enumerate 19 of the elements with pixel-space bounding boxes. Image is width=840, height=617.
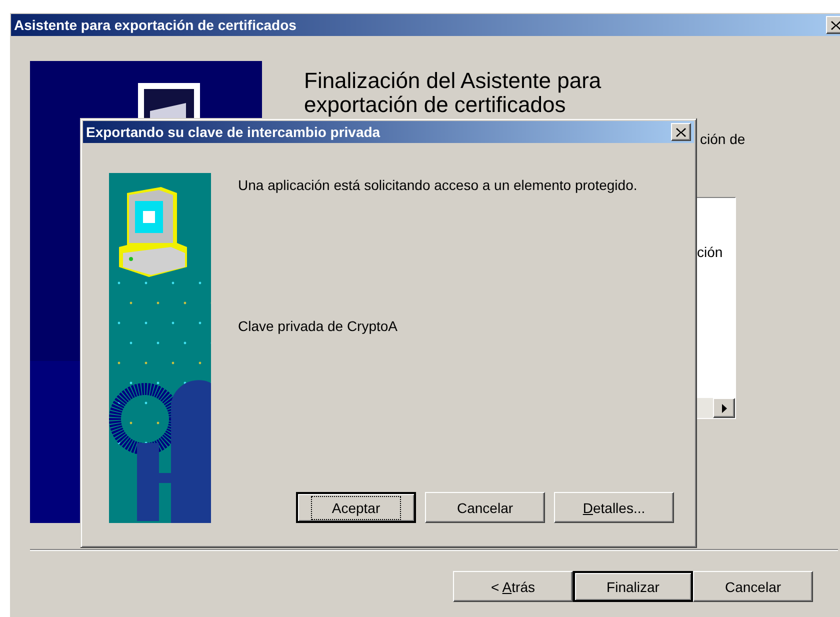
close-icon — [676, 128, 686, 136]
dialog-title: Exportando su clave de intercambio privada — [86, 124, 380, 140]
wizard-button[interactable]: Finalizar — [573, 571, 693, 602]
scroll-right-button[interactable] — [713, 398, 735, 418]
wizard-heading: Finalización del Asistente para exportación de certificados — [304, 69, 602, 117]
wizard-button[interactable]: < Atrás — [453, 571, 573, 602]
dialog-button[interactable]: Detalles... — [554, 492, 674, 523]
message-text: Una aplicación está solicitando acceso a un elemento protegido. — [238, 177, 638, 194]
dialog-button[interactable]: Aceptar — [296, 492, 416, 523]
close-button[interactable] — [671, 123, 691, 141]
right-arrow-icon — [722, 404, 726, 412]
description-text: ción de — [700, 131, 746, 147]
dialog-button[interactable]: Cancelar — [425, 492, 545, 523]
close-button[interactable] — [826, 16, 840, 34]
list-text: ción — [696, 244, 724, 260]
wizard-button[interactable]: Cancelar — [693, 571, 813, 602]
window-title: Asistente para exportación de certificados — [14, 17, 296, 33]
close-icon — [831, 20, 840, 30]
key-name-text: Clave privada de CryptoA — [238, 318, 399, 334]
